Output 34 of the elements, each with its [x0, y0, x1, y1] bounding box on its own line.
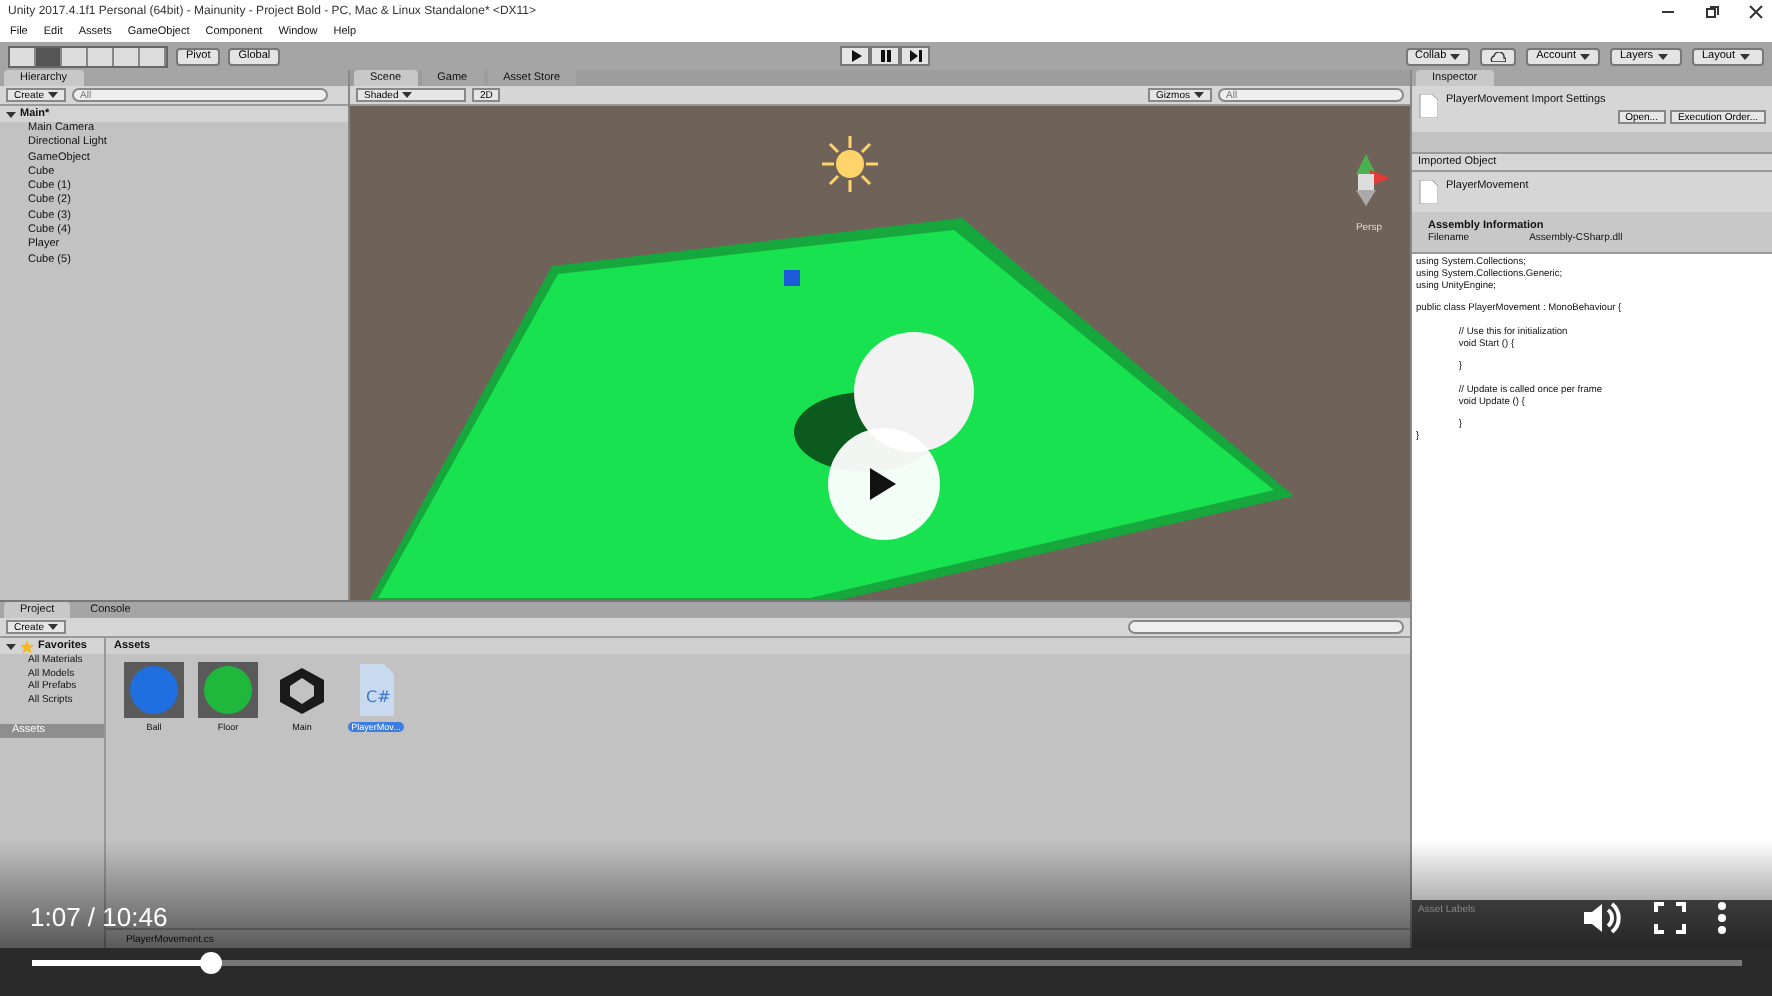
- pause-icon: [879, 50, 891, 62]
- more-options-icon[interactable]: [1718, 902, 1726, 934]
- play-icon: [849, 50, 861, 62]
- file-type-label: C#: [366, 688, 391, 706]
- step-icon: [909, 50, 921, 62]
- caret-icon: [1739, 53, 1750, 59]
- close-icon[interactable]: [1748, 3, 1764, 19]
- step-control[interactable]: [900, 46, 930, 66]
- caret-icon: [1450, 53, 1461, 59]
- script-file-icon: [1418, 94, 1438, 118]
- caret-icon: [48, 92, 59, 98]
- caret-icon: [48, 624, 59, 630]
- sphere-thumbnail-icon[interactable]: [198, 662, 258, 718]
- restore-icon[interactable]: [1704, 3, 1720, 19]
- play-icon: [866, 466, 898, 502]
- caret-icon: [1657, 53, 1668, 59]
- volume-icon[interactable]: [1582, 900, 1622, 936]
- caret-icon: [402, 92, 413, 98]
- cloud-button[interactable]: [1480, 47, 1517, 65]
- expand-arrow-icon[interactable]: [6, 109, 16, 119]
- video-time: 1:07 / 10:46: [30, 902, 168, 932]
- pause-control[interactable]: [870, 46, 900, 66]
- expand-arrow-icon[interactable]: [6, 641, 16, 651]
- fullscreen-icon[interactable]: [1654, 902, 1686, 934]
- caret-icon: [1194, 92, 1204, 98]
- star-icon: [20, 639, 34, 653]
- progress-handle[interactable]: [199, 952, 222, 974]
- play-control[interactable]: [840, 46, 870, 66]
- script-file-icon: [1418, 180, 1438, 204]
- transform-tools[interactable]: [8, 45, 168, 67]
- project-search-field[interactable]: [1128, 620, 1404, 634]
- cloud-icon: [1490, 51, 1507, 61]
- sphere-thumbnail-icon[interactable]: [124, 662, 184, 718]
- caret-icon: [1580, 53, 1590, 59]
